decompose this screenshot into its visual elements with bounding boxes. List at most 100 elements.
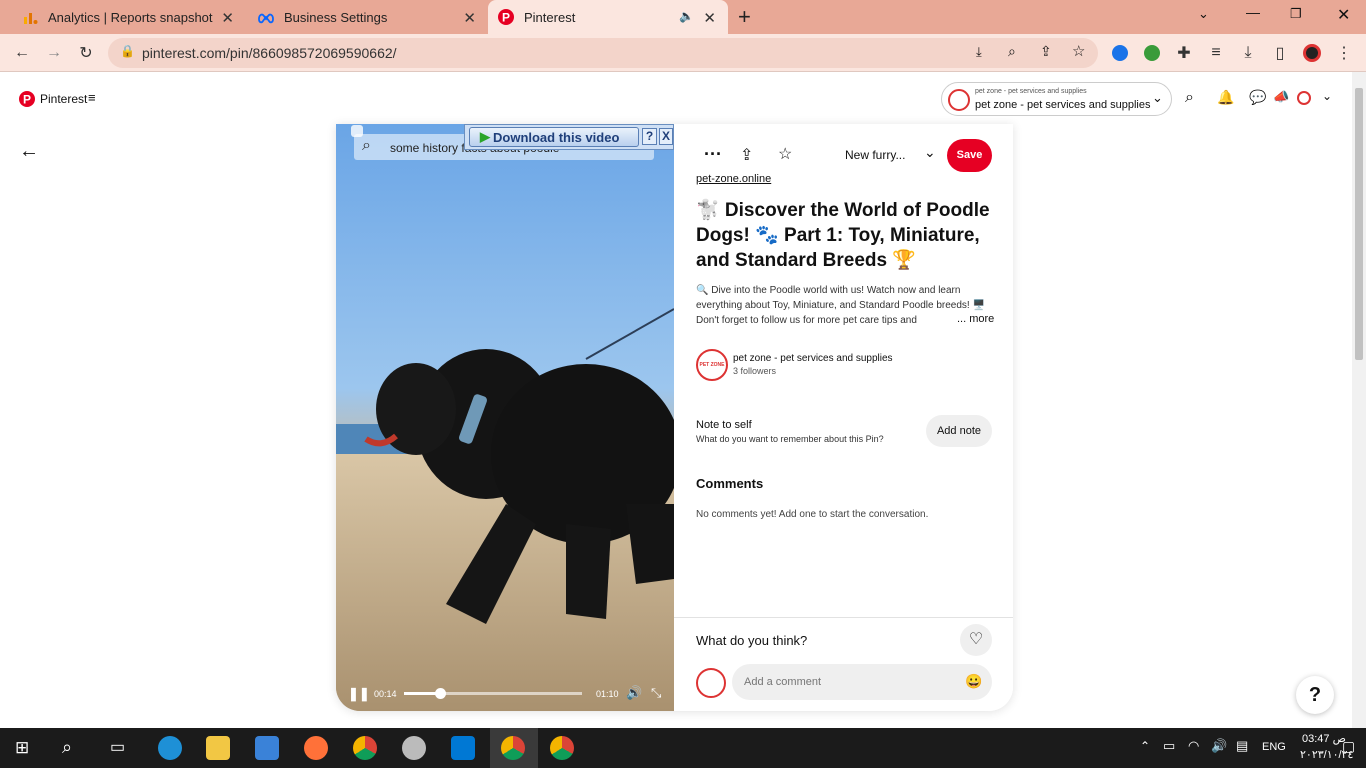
task-view-icon[interactable]: ▭ [110, 737, 125, 757]
new-tab-button[interactable]: + [738, 4, 751, 30]
source-link[interactable]: pet-zone.online [696, 173, 771, 185]
vscode-icon[interactable] [451, 736, 475, 760]
creator-avatar[interactable]: PET ZONE [696, 349, 728, 381]
chevron-up-icon[interactable]: ⌃ [1140, 739, 1150, 753]
add-note-button[interactable]: Add note [926, 415, 992, 447]
favorite-star-icon[interactable]: ☆ [778, 144, 792, 164]
close-tab-icon[interactable]: ✕ [221, 9, 234, 27]
comment-placeholder: Add a comment [744, 676, 822, 688]
wifi-icon[interactable]: ◠ [1188, 738, 1199, 754]
notification-center-icon[interactable]: ▢ [1342, 738, 1355, 755]
tab-business-settings[interactable]: Business Settings ✕ [246, 0, 488, 34]
edge-icon[interactable] [158, 736, 182, 760]
chrome-icon[interactable] [353, 736, 377, 760]
back-icon[interactable]: ← [10, 41, 34, 65]
save-button[interactable]: Save [947, 139, 992, 172]
more-link[interactable]: ... more [955, 313, 995, 325]
address-bar[interactable]: 🔒 pinterest.com/pin/866098572069590662/ … [108, 38, 1098, 68]
minimize-button[interactable]: — [1246, 4, 1260, 20]
analytics-icon [24, 13, 38, 24]
board-selector[interactable]: New furry... [845, 148, 905, 162]
pin-description: 🔍 Dive into the Poodle world with us! Wa… [696, 285, 985, 326]
pause-icon[interactable]: ❚❚ [348, 686, 370, 702]
notifications-bell-icon[interactable]: 🔔 [1217, 89, 1234, 106]
tab-analytics[interactable]: Analytics | Reports snapshot ✕ [0, 0, 246, 34]
profile-avatar[interactable] [1297, 91, 1311, 105]
search-icon: ⌕ [362, 137, 371, 154]
file-explorer-icon[interactable] [206, 736, 230, 760]
extension-play-icon[interactable] [1112, 45, 1128, 61]
creator-name[interactable]: pet zone - pet services and supplies [733, 353, 893, 364]
install-icon[interactable]: ⤓ [976, 44, 982, 60]
creator-avatar-text: PET ZONE [699, 362, 725, 368]
page-scrollbar[interactable] [1352, 72, 1366, 728]
side-panel-icon[interactable]: ▯ [1268, 41, 1292, 65]
video-player[interactable]: ⌕ some history facts about poodle ▶ Down… [336, 124, 674, 711]
help-fab-button[interactable]: ? [1296, 676, 1334, 714]
volume-icon[interactable]: 🔊 [1211, 738, 1227, 754]
chrome-profile-icon[interactable] [501, 736, 525, 760]
extension-globe-icon[interactable] [1144, 45, 1160, 61]
comment-input[interactable]: Add a comment 😀 [732, 664, 992, 700]
meta-icon [258, 13, 274, 24]
battery-icon[interactable]: ▭ [1163, 738, 1175, 754]
messages-icon[interactable]: 💬 [1249, 89, 1266, 106]
brand-label[interactable]: Pinterest [40, 92, 87, 106]
account-switcher[interactable]: pet zone - pet services and supplies pet… [941, 82, 1172, 116]
chrome-menu-icon[interactable]: ⋮ [1332, 41, 1356, 65]
tab-title: Business Settings [284, 9, 388, 25]
progress-knob[interactable] [434, 688, 446, 699]
download-video-button[interactable]: ▶ Download this video [469, 127, 639, 147]
share-icon[interactable]: ⇪ [740, 145, 753, 165]
close-tab-icon[interactable]: ✕ [703, 9, 716, 27]
search-icon[interactable]: ⌕ [1185, 89, 1194, 107]
scrollbar-thumb[interactable] [1355, 88, 1363, 360]
emoji-icon[interactable]: 😀 [965, 673, 982, 690]
what-do-you-think: What do you think? [696, 633, 808, 648]
pin-card: ⌕ some history facts about poodle ▶ Down… [336, 124, 1013, 711]
pinterest-header: P Pinterest ≡ pet zone - pet services an… [0, 72, 1352, 128]
firefox-icon[interactable] [304, 736, 328, 760]
hamburger-icon[interactable]: ≡ [88, 90, 96, 105]
chrome-profile-2-icon[interactable] [550, 736, 574, 760]
tab-pinterest[interactable]: P Pinterest 🔈 ✕ [488, 0, 728, 34]
chevron-down-icon[interactable]: ⌄ [924, 144, 936, 161]
notes-icon[interactable]: ▤ [1236, 738, 1248, 754]
heart-icon[interactable]: ♡ [960, 624, 992, 656]
windows-start-icon[interactable]: ⊞ [15, 738, 29, 758]
profile-avatar[interactable] [1303, 44, 1321, 62]
download-video-bar: ▶ Download this video ? X [464, 124, 674, 150]
forward-icon[interactable]: → [42, 41, 66, 65]
note-title: Note to self [696, 419, 752, 431]
clock-time[interactable]: 03:47 ص [1302, 732, 1346, 745]
reload-icon[interactable]: ↻ [74, 41, 98, 65]
speaker-icon[interactable]: 🔈 [679, 9, 694, 23]
downloads-icon[interactable]: ⤓ [1236, 41, 1260, 65]
help-button[interactable]: ? [642, 128, 657, 145]
maximize-button[interactable]: ❐ [1290, 6, 1302, 22]
window-close-button[interactable]: ✕ [1337, 5, 1350, 25]
close-tab-icon[interactable]: ✕ [463, 9, 476, 27]
volume-icon[interactable]: 🔊 [626, 685, 642, 701]
extensions-puzzle-icon[interactable]: ✚ [1172, 41, 1196, 65]
search-icon[interactable]: ⌕ [62, 737, 72, 758]
progress-track[interactable] [404, 688, 582, 699]
updates-megaphone-icon[interactable]: 📣 [1273, 89, 1289, 105]
fullscreen-icon[interactable]: ⤡ [651, 685, 661, 701]
bookmark-star-icon[interactable]: ☆ [1072, 42, 1085, 60]
language-indicator[interactable]: ENG [1262, 741, 1286, 753]
back-arrow-icon[interactable]: ← [19, 140, 39, 163]
pinterest-logo-icon[interactable]: P [19, 91, 35, 107]
chevron-down-icon[interactable]: ⌄ [1322, 89, 1332, 103]
lock-icon: 🔒 [120, 44, 135, 58]
tab-title: Analytics | Reports snapshot [48, 9, 213, 25]
share-icon[interactable]: ⇪ [1040, 43, 1052, 60]
play-icon: ▶ [480, 129, 490, 144]
tab-search-icon[interactable]: ⌄ [1198, 6, 1209, 22]
store-icon[interactable] [255, 736, 279, 760]
close-download-button[interactable]: X [659, 128, 673, 145]
app-icon[interactable] [402, 736, 426, 760]
zoom-icon[interactable]: ⌕ [1008, 43, 1016, 60]
media-queue-icon[interactable]: ≡ [1204, 41, 1228, 65]
more-options-icon[interactable]: ··· [704, 144, 722, 165]
